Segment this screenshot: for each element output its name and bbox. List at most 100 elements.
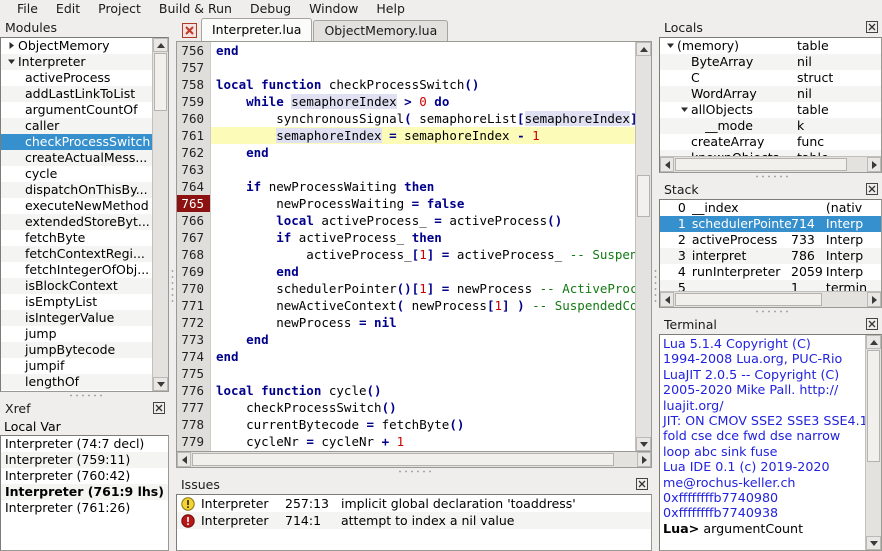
left-splitter[interactable] [0,392,169,399]
modules-item[interactable]: createActualMess... [1,150,152,166]
xref-item[interactable]: Interpreter (759:11) [1,452,168,468]
locals-row[interactable]: Cstruct [660,70,881,86]
line-number[interactable]: 774 [177,348,211,365]
code-line[interactable]: 762 end [177,144,635,161]
left-center-splitter[interactable] [169,18,176,551]
stack-row[interactable]: 4 runInterpreter 2059 Interp [660,264,881,280]
line-number[interactable]: 763 [177,161,211,178]
locals-row[interactable]: createArray func [660,134,881,150]
line-number[interactable]: 769 [177,263,211,280]
issue-row[interactable]: Interpreter 257:13 implicit global declara… [177,495,651,512]
locals-tree-container[interactable]: (memory) table ByteArray nil Cstruct WordArra… [659,37,882,173]
code-line[interactable]: 760 synchronousSignal( semaphoreList[sem… [177,110,635,127]
code-line[interactable]: 774 end [177,348,635,365]
scroll-left-button[interactable] [660,292,674,307]
issue-row[interactable]: Interpreter 714:1 attempt to index a nil v… [177,512,651,530]
chevron-down-icon[interactable] [5,54,18,70]
modules-item[interactable]: executeNewMethod [1,198,152,214]
modules-item[interactable]: cycle [1,166,152,182]
modules-item-selected[interactable]: checkProcessSwitch [1,134,152,150]
code-line[interactable]: 770 schedulerPointer()[1] = newProcess -… [177,280,635,297]
terminal-output[interactable]: Lua 5.1.4 Copyright (C) 1994-2008 Lua.org… [660,335,865,550]
code-line[interactable]: 771 newActiveContext( newProcess[1] ) --… [177,297,635,314]
line-number[interactable]: 777 [177,399,211,416]
code-editor[interactable]: 756 end 757 758 local function checkProcessS… [176,41,652,453]
scroll-down-button[interactable] [636,437,651,452]
modules-item[interactable]: isEmptyList [1,294,152,310]
code-line[interactable]: 758 local function checkProcessSwitch() [177,76,635,93]
modules-item[interactable]: jumpBytecode [1,342,152,358]
line-number[interactable]: 757 [177,59,211,76]
code-line[interactable]: 756 end [177,42,635,59]
close-icon[interactable] [866,183,878,195]
close-tab-icon[interactable] [180,21,198,39]
locals-row[interactable]: ByteArray nil [660,54,881,70]
code-line[interactable]: 772 newProcess = nil [177,314,635,331]
modules-item[interactable]: fetchContextRegi... [1,246,152,262]
modules-item[interactable]: isIntegerValue [1,310,152,326]
close-icon[interactable] [153,402,165,414]
modules-scrollbar-vertical[interactable] [152,38,168,391]
line-number[interactable]: 779 [177,433,211,450]
locals-scrollbar-horizontal[interactable] [660,156,881,172]
chevron-right-icon[interactable] [5,38,18,54]
terminal-scrollbar-vertical[interactable] [865,335,881,550]
stack-terminal-splitter[interactable] [659,308,882,315]
code-line[interactable]: 777 checkProcessSwitch() [177,399,635,416]
chevron-down-icon[interactable] [664,38,677,54]
line-number[interactable]: 756 [177,42,211,59]
modules-item[interactable]: literal [1,390,152,391]
stack-row[interactable]: 3 interpret 786 Interp [660,248,881,264]
code-line[interactable]: 776 local function cycle() [177,382,635,399]
editor-scrollbar-vertical[interactable] [635,42,651,452]
modules-item[interactable]: fetchIntegerOfObj... [1,262,152,278]
locals-row[interactable]: (memory) table [660,38,881,54]
modules-item[interactable]: lengthOf [1,374,152,390]
line-number[interactable]: 758 [177,76,211,93]
breakpoint-gutter[interactable]: 765 [177,195,211,212]
modules-item[interactable]: isBlockContext [1,278,152,294]
code-line[interactable]: 769 end [177,263,635,280]
code-line[interactable]: 778 currentBytecode = fetchByte() [177,416,635,433]
stack-row[interactable]: 5 1 termin [660,280,881,291]
code-line[interactable]: 767 if activeProcess_ then [177,229,635,246]
xref-list-container[interactable]: Interpreter (74:7 decl) Interpreter (759:… [0,435,169,551]
line-number[interactable]: 780 [177,450,211,452]
scroll-up-button[interactable] [153,38,168,52]
code-line[interactable]: 757 [177,59,635,76]
menu-item-file[interactable]: File [8,0,47,18]
scroll-up-button[interactable] [866,335,881,349]
code-line[interactable]: 759 while semaphoreIndex > 0 do [177,93,635,110]
issues-list-container[interactable]: Interpreter 257:13 implicit global declara… [176,494,652,551]
modules-list[interactable]: ObjectMemory Interpreter activeProcess addL… [1,38,152,391]
stack-row[interactable]: 2 activeProcess 733 Interp [660,232,881,248]
scroll-right-button[interactable] [867,292,881,307]
line-number[interactable]: 776 [177,382,211,399]
modules-item[interactable]: jumpif [1,358,152,374]
menu-item-window[interactable]: Window [300,0,367,18]
close-icon[interactable] [866,318,878,330]
stack-scrollbar-horizontal[interactable] [660,291,881,307]
scrollbar-thumb[interactable] [675,158,847,171]
scrollbar-thumb[interactable] [154,53,167,111]
editor-scrollbar-horizontal[interactable] [176,452,652,469]
line-number[interactable]: 775 [177,365,211,382]
code-line[interactable]: 763 [177,161,635,178]
issues-list[interactable]: Interpreter 257:13 implicit global declara… [177,495,651,550]
scrollbar-thumb[interactable] [867,350,880,462]
line-number[interactable]: 766 [177,212,211,229]
scroll-up-button[interactable] [636,42,651,56]
line-number[interactable]: 772 [177,314,211,331]
tab-objectmemory-lua[interactable]: ObjectMemory.lua [313,20,449,41]
modules-item[interactable]: jump [1,326,152,342]
xref-list[interactable]: Interpreter (74:7 decl) Interpreter (759:… [1,436,168,550]
center-splitter[interactable] [176,468,652,476]
line-number[interactable]: 778 [177,416,211,433]
scroll-left-button[interactable] [177,452,191,468]
locals-list[interactable]: (memory) table ByteArray nil Cstruct WordArra… [660,38,881,156]
code-line[interactable]: 780 dispatchOnThisBytecode() [177,450,635,452]
code-line[interactable]: 775 [177,365,635,382]
locals-row[interactable]: __mode k [660,118,881,134]
modules-item[interactable]: argumentCountOf [1,102,152,118]
modules-item[interactable]: dispatchOnThisBy... [1,182,152,198]
